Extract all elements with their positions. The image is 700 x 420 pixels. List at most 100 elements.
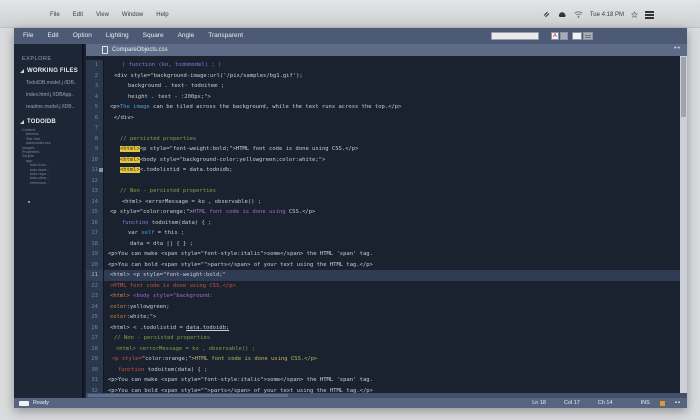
code-line[interactable]: 24color:yellowgreen; xyxy=(86,302,680,313)
toolbar-item-angle[interactable]: Angle xyxy=(178,32,195,39)
status-orange-icon[interactable] xyxy=(660,401,665,406)
line-number[interactable]: 30 xyxy=(86,365,104,376)
code-line-text[interactable]: <html> <body style="background: xyxy=(104,291,680,302)
section-todoidb[interactable]: TODOIDB xyxy=(20,119,82,125)
code-line[interactable]: 10<html><body style="background-color:ye… xyxy=(86,155,680,166)
code-line-text[interactable]: <html> <errorMessage = ko , observable()… xyxy=(104,344,680,355)
line-number[interactable]: 12 xyxy=(86,176,104,187)
line-number[interactable]: 14 xyxy=(86,197,104,208)
code-line-text[interactable]: >HTML font code is done using CSS.</p> xyxy=(104,281,680,292)
code-line[interactable]: 14<html> <errorMessage = ko , observable… xyxy=(86,197,680,208)
code-line[interactable]: 9<html><p style="font-weight:bold;">HTML… xyxy=(86,144,680,155)
spotlight-icon[interactable] xyxy=(631,11,638,18)
code-line[interactable]: 28<html> <errorMessage = ko , observable… xyxy=(86,344,680,355)
breakpoint-marker-icon[interactable] xyxy=(99,168,103,172)
code-line[interactable]: 5<p>The image can be tiled across the ba… xyxy=(86,102,680,113)
font-color-button[interactable]: A xyxy=(551,32,559,40)
tab-compareobjects[interactable]: CompareObjects.css xyxy=(102,46,168,54)
pattern-swatch-button[interactable] xyxy=(583,32,593,40)
code-line[interactable]: 1( function (ko, todomodel) ; ) xyxy=(86,60,680,71)
line-number[interactable]: 16 xyxy=(86,218,104,229)
line-number[interactable]: 2 xyxy=(86,71,104,82)
toolbar-item-lighting[interactable]: Lighting xyxy=(106,32,129,39)
code-line-text[interactable]: background . text- todoitem ; xyxy=(104,81,680,92)
toolbar-item-option[interactable]: Option xyxy=(73,32,92,39)
code-line[interactable]: 8// persisted properties xyxy=(86,134,680,145)
code-line-text[interactable]: <p style="color:orange;">HTML font code … xyxy=(104,354,680,365)
code-line[interactable]: 27// Non - persisted properties xyxy=(86,333,680,344)
code-line[interactable]: 16function todoitem(data) { ; xyxy=(86,218,680,229)
line-number[interactable]: 23 xyxy=(86,291,104,302)
line-number[interactable]: 18 xyxy=(86,239,104,250)
code-line[interactable]: 2<div style="background-image:url('/pix/… xyxy=(86,71,680,82)
line-number[interactable]: 9 xyxy=(86,144,104,155)
code-line[interactable]: 20<p>You can bold <span style="">parts</… xyxy=(86,260,680,271)
code-line[interactable]: 21<html> <p style="font-weight:bold;" xyxy=(86,270,680,281)
line-number[interactable]: 25 xyxy=(86,312,104,323)
toolbar-item-square[interactable]: Square xyxy=(143,32,164,39)
line-number[interactable]: 20 xyxy=(86,260,104,271)
code-line-text[interactable]: data = dta || { } ; xyxy=(104,239,680,250)
code-line-text[interactable]: <html><p style="font-weight:bold;">HTML … xyxy=(104,144,680,155)
line-number[interactable]: 19 xyxy=(86,249,104,260)
code-line-text[interactable]: <html> < .todolistid = data.todoidb; xyxy=(104,323,680,334)
line-number[interactable]: 3 xyxy=(86,81,104,92)
code-line[interactable]: 3background . text- todoitem ; xyxy=(86,81,680,92)
code-line-text[interactable]: // persisted properties xyxy=(104,134,680,145)
code-line[interactable]: 6</div> xyxy=(86,113,680,124)
color-swatch-white[interactable] xyxy=(572,32,582,40)
code-line-text[interactable]: </div> xyxy=(104,113,680,124)
code-line[interactable]: 26<html> < .todolistid = data.todoidb; xyxy=(86,323,680,334)
code-line[interactable]: 17var self = this ; xyxy=(86,228,680,239)
notification-menu-icon[interactable] xyxy=(645,11,654,19)
code-editor[interactable]: 1( function (ko, todomodel) ; )2<div sty… xyxy=(86,56,687,393)
code-line-text[interactable]: <html><.todolistid = data.todoidb; xyxy=(104,165,680,176)
toolbar-item-edit[interactable]: Edit xyxy=(47,32,58,39)
mac-menu-item-help[interactable]: Help xyxy=(156,12,168,18)
line-number[interactable]: 11 xyxy=(86,165,104,176)
menubar-clock[interactable]: Tue 4:18 PM xyxy=(590,12,624,18)
code-line[interactable]: 7 xyxy=(86,123,680,134)
code-line-text[interactable]: <p>You can bold <span style="">parts</sp… xyxy=(104,386,680,394)
line-number[interactable]: 31 xyxy=(86,375,104,386)
code-line-text[interactable]: // Non - persisted properties xyxy=(104,333,680,344)
line-number[interactable]: 17 xyxy=(86,228,104,239)
working-file-item[interactable]: readme.model.j /IDB.. xyxy=(26,104,82,110)
code-line-text[interactable]: <div style="background-image:url('/pix/s… xyxy=(104,71,680,82)
line-number[interactable]: 32 xyxy=(86,386,104,394)
scrollbar-thumb[interactable] xyxy=(681,57,686,117)
link-icon[interactable] xyxy=(543,11,550,18)
code-line-text[interactable]: <html><body style="background-color:yell… xyxy=(104,155,680,166)
code-line-text[interactable] xyxy=(104,176,680,187)
cloud-upload-icon[interactable] xyxy=(557,11,567,18)
code-line[interactable]: 32<p>You can bold <span style="">parts</… xyxy=(86,386,680,394)
code-line-text[interactable]: <p style="color:orange;">HTML font code … xyxy=(104,207,680,218)
code-line[interactable]: 12 xyxy=(86,176,680,187)
code-line-text[interactable]: color:white;"> xyxy=(104,312,680,323)
scrollbar-thumb[interactable] xyxy=(88,394,288,397)
line-number[interactable]: 22 xyxy=(86,281,104,292)
tree-item[interactable]: reference... xyxy=(14,181,82,185)
vertical-scrollbar[interactable] xyxy=(680,56,687,393)
code-line[interactable]: 30function todoitem(data) { ; xyxy=(86,365,680,376)
code-line[interactable]: 23<html> <body style="background: xyxy=(86,291,680,302)
status-dots[interactable]: ▪▪ xyxy=(675,400,681,406)
working-file-item[interactable]: TodoIDB.model.j /IDB.. xyxy=(26,80,82,86)
code-line[interactable]: 22>HTML font code is done using CSS.</p> xyxy=(86,281,680,292)
code-line-text[interactable] xyxy=(104,123,680,134)
code-line[interactable]: 15<p style="color:orange;">HTML font cod… xyxy=(86,207,680,218)
mac-menu-item-view[interactable]: View xyxy=(96,12,109,18)
code-line-text[interactable]: <html> <p style="font-weight:bold;" xyxy=(104,270,680,281)
code-line-text[interactable]: // Non - persisted properties xyxy=(104,186,680,197)
code-line[interactable]: 19<p>You can make <span style="font-styl… xyxy=(86,249,680,260)
code-line[interactable]: 29<p style="color:orange;">HTML font cod… xyxy=(86,354,680,365)
tool-chip-button[interactable] xyxy=(560,32,568,40)
line-number[interactable]: 7 xyxy=(86,123,104,134)
toolbar-item-file[interactable]: File xyxy=(23,32,33,39)
tab-overflow-dots[interactable]: •• xyxy=(674,45,681,52)
code-line-text[interactable]: function todoitem(data) { ; xyxy=(104,218,680,229)
mac-menu-item-edit[interactable]: Edit xyxy=(73,12,83,18)
code-line[interactable]: 25color:white;"> xyxy=(86,312,680,323)
code-line-text[interactable]: <html> <errorMessage = ko , observable()… xyxy=(104,197,680,208)
code-line[interactable]: 4height . text - :200px;"> xyxy=(86,92,680,103)
